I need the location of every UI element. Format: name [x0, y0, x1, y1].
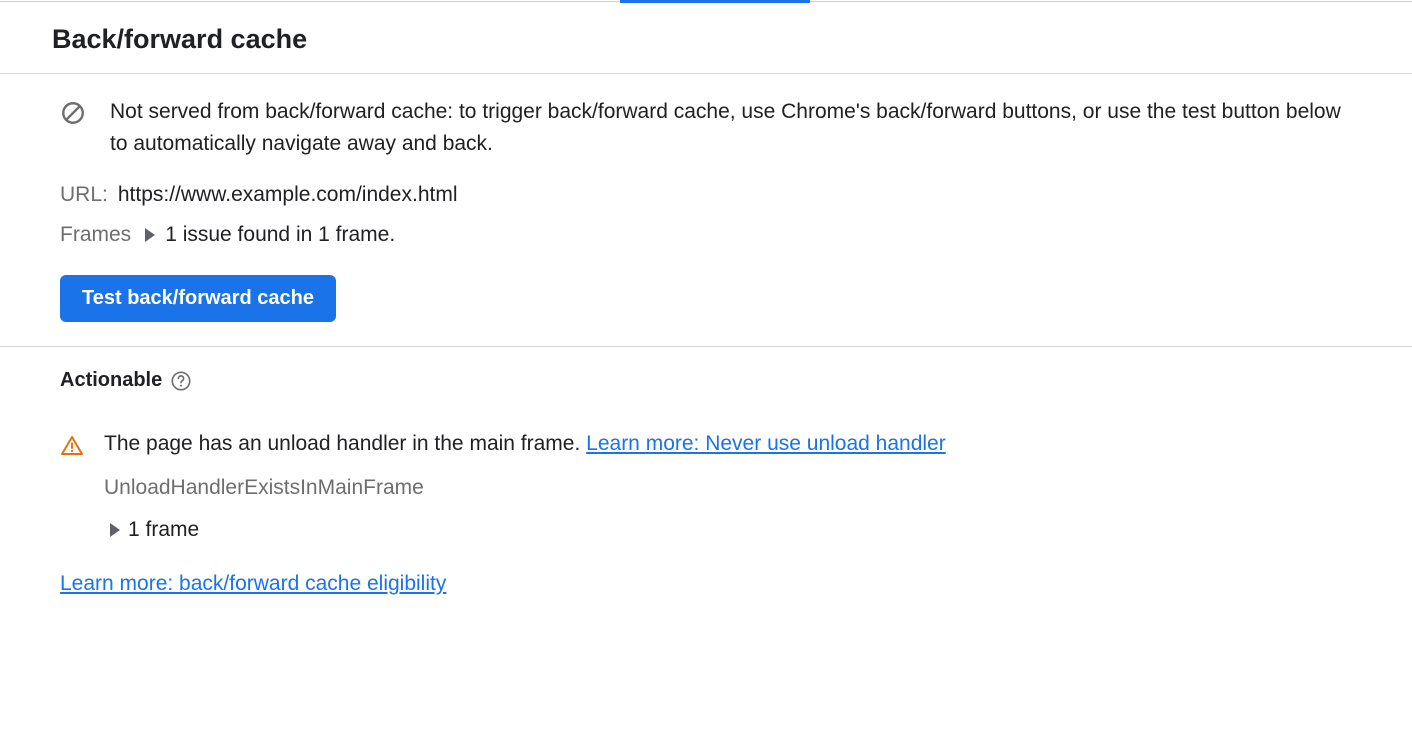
- top-tab-divider: [0, 0, 1412, 2]
- issue-learn-more-link[interactable]: Learn more: Never use unload handler: [586, 432, 946, 455]
- help-icon[interactable]: [170, 370, 192, 392]
- expand-right-icon: [145, 228, 155, 242]
- frames-row[interactable]: Frames 1 issue found in 1 frame.: [60, 223, 1360, 247]
- frames-label: Frames: [60, 223, 131, 247]
- issue-code: UnloadHandlerExistsInMainFrame: [104, 476, 1352, 500]
- test-bfcache-button[interactable]: Test back/forward cache: [60, 275, 336, 322]
- issue-text-container: The page has an unload handler in the ma…: [104, 432, 946, 456]
- url-value: https://www.example.com/index.html: [118, 183, 458, 207]
- blocked-icon: [60, 100, 86, 126]
- url-label: URL:: [60, 183, 108, 207]
- status-message: Not served from back/forward cache: to t…: [110, 96, 1360, 159]
- expand-right-icon: [110, 523, 120, 537]
- panel-title: Back/forward cache: [52, 24, 1360, 55]
- eligibility-learn-more-link[interactable]: Learn more: back/forward cache eligibili…: [60, 572, 446, 595]
- actionable-heading: Actionable: [60, 369, 1352, 392]
- issue-detail-block: UnloadHandlerExistsInMainFrame 1 frame: [104, 476, 1352, 542]
- main-info-section: Not served from back/forward cache: to t…: [0, 74, 1412, 346]
- actionable-heading-text: Actionable: [60, 369, 162, 392]
- url-row: URL: https://www.example.com/index.html: [60, 183, 1360, 207]
- actionable-section: Actionable The page has an unload handle…: [0, 347, 1412, 616]
- active-tab-indicator: [620, 0, 810, 3]
- warning-icon: [60, 434, 84, 458]
- issue-description: The page has an unload handler in the ma…: [104, 432, 586, 455]
- issue-row: The page has an unload handler in the ma…: [60, 432, 1352, 458]
- frame-count-text: 1 frame: [128, 518, 199, 542]
- panel-header: Back/forward cache: [0, 2, 1412, 73]
- frame-expand-row[interactable]: 1 frame: [104, 518, 1352, 542]
- frames-summary: 1 issue found in 1 frame.: [165, 223, 395, 247]
- status-info-row: Not served from back/forward cache: to t…: [60, 96, 1360, 159]
